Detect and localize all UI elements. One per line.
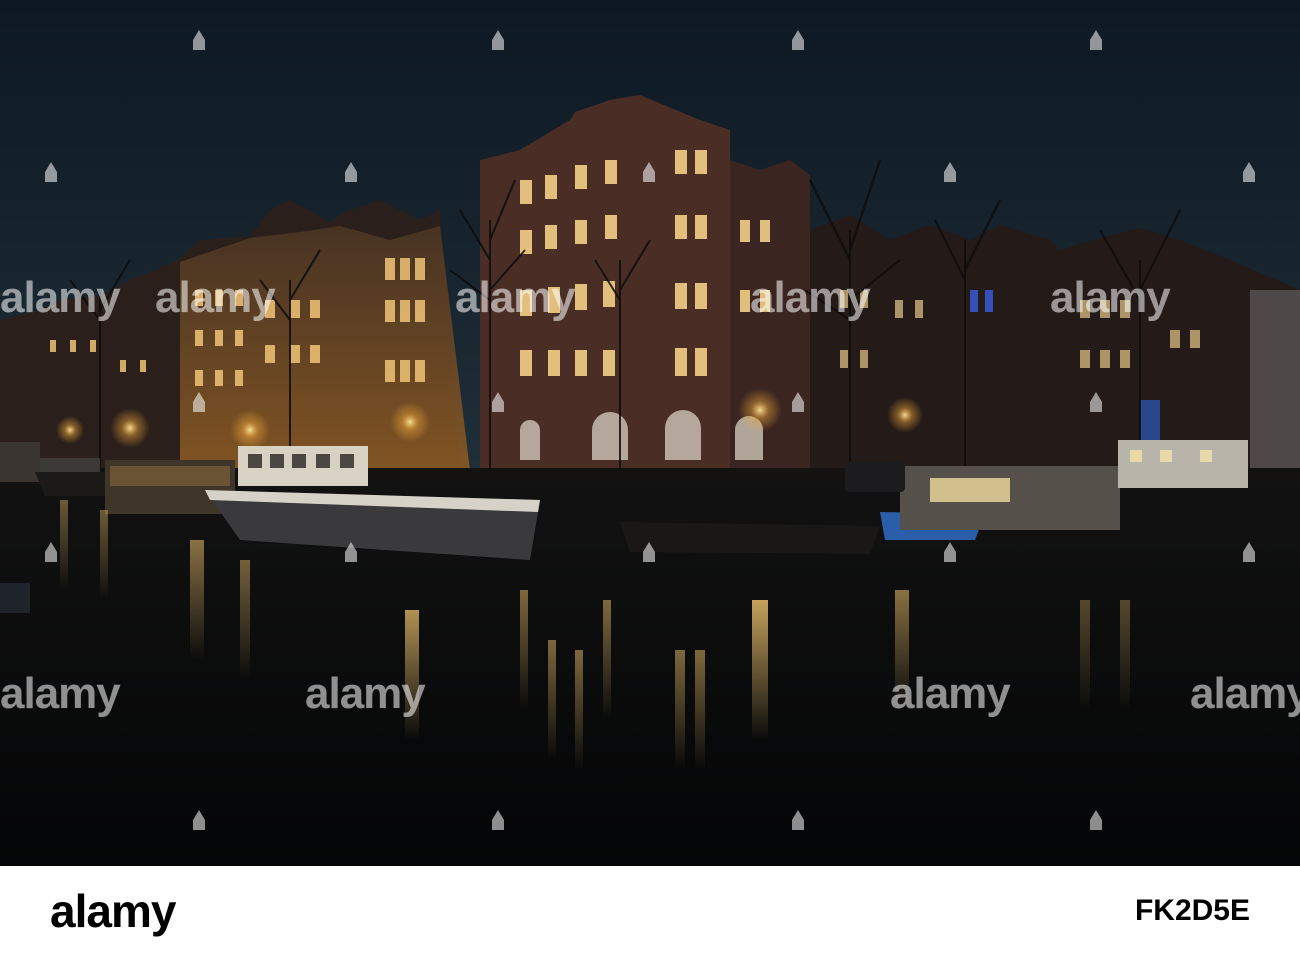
image-id: FK2D5E xyxy=(1134,894,1250,927)
brand-name: alamy xyxy=(50,885,176,937)
watermark-text: alamy xyxy=(0,273,121,322)
watermark-text: alamy xyxy=(155,273,276,322)
watermark-text: alamy xyxy=(890,669,1011,718)
watermark-text: alamy xyxy=(305,669,426,718)
watermark-text: alamy xyxy=(0,669,121,718)
footer-bar: alamy FK2D5E xyxy=(0,866,1300,956)
watermark-text: alamy xyxy=(1190,669,1300,718)
watermark-text: alamy xyxy=(750,273,871,322)
watermark-text: alamy xyxy=(1050,273,1171,322)
alamy-logo: alamy xyxy=(50,885,176,937)
canal-night-photo: alamy alamy alamy alamy alamy alamy alam… xyxy=(0,0,1300,866)
watermark-text: alamy xyxy=(455,273,576,322)
